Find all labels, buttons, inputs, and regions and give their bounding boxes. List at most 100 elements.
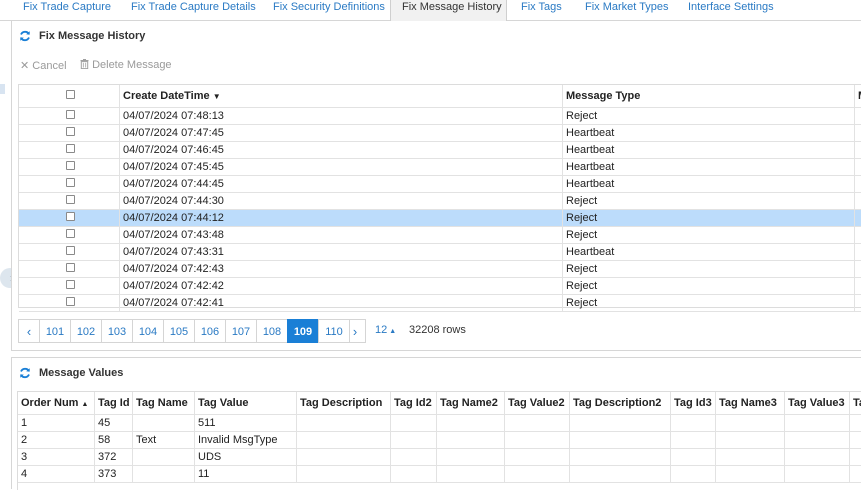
- create-datetime-cell: 04/07/2024 07:45:45: [120, 159, 563, 175]
- column-header[interactable]: Order Num ▲: [18, 392, 95, 414]
- row-checkbox[interactable]: [66, 280, 75, 289]
- message-type-cell: Reject: [563, 193, 855, 209]
- tab-fix-tags[interactable]: Fix Tags: [521, 0, 562, 21]
- row-checkbox[interactable]: [66, 144, 75, 153]
- page-button[interactable]: 108: [256, 319, 288, 343]
- table-row[interactable]: 04/07/2024 07:43:48 Reject: [19, 227, 861, 244]
- tab-interface-settings[interactable]: Interface Settings: [688, 0, 774, 21]
- table-row[interactable]: 04/07/2024 07:42:42 Reject: [19, 278, 861, 295]
- delete-message-button[interactable]: Delete Message: [80, 59, 172, 71]
- row-checkbox[interactable]: [66, 178, 75, 187]
- row-select-cell: [19, 244, 120, 260]
- table-cell: [505, 449, 570, 465]
- column-header[interactable]: Tag Name2: [437, 392, 505, 414]
- page-button[interactable]: 101: [39, 319, 71, 343]
- page-size-selector[interactable]: 12 ▲: [375, 324, 396, 336]
- message-type-cell: Heartbeat: [563, 159, 855, 175]
- table-cell: 373: [95, 466, 133, 482]
- more-cell: [855, 278, 861, 294]
- row-checkbox[interactable]: [66, 161, 75, 170]
- trash-icon: [80, 59, 89, 70]
- table-cell: 1: [18, 415, 95, 431]
- table-cell: [391, 466, 437, 482]
- table-row[interactable]: 04/07/2024 07:47:45 Heartbeat: [19, 125, 861, 142]
- column-header-message-type[interactable]: Message Type: [563, 85, 855, 107]
- row-checkbox[interactable]: [66, 195, 75, 204]
- row-checkbox[interactable]: [66, 127, 75, 136]
- table-row[interactable]: 2 58 Text Invalid MsgType: [18, 432, 861, 449]
- message-type-cell: Heartbeat: [563, 244, 855, 260]
- tab-fix-message-history[interactable]: Fix Message History: [390, 0, 507, 22]
- page-button[interactable]: 109: [287, 319, 319, 343]
- column-header-create-datetime[interactable]: Create DateTime ▼: [120, 85, 563, 107]
- row-checkbox[interactable]: [66, 212, 75, 221]
- column-header-label: Tag Description2: [573, 397, 662, 409]
- table-cell: 4: [18, 466, 95, 482]
- page-button[interactable]: 110: [318, 319, 350, 343]
- row-checkbox[interactable]: [66, 110, 75, 119]
- column-header-label: Tag Name3: [719, 397, 777, 409]
- row-checkbox[interactable]: [66, 263, 75, 272]
- tab-fix-market-types[interactable]: Fix Market Types: [585, 0, 669, 21]
- table-row[interactable]: 04/07/2024 07:45:45 Heartbeat: [19, 159, 861, 176]
- table-row[interactable]: 04/07/2024 07:44:12 Reject: [19, 210, 861, 227]
- page-button[interactable]: 102: [70, 319, 102, 343]
- caret-up-icon: ▲: [387, 328, 397, 335]
- create-datetime-cell: 04/07/2024 07:48:13: [120, 108, 563, 124]
- table-cell: 372: [95, 449, 133, 465]
- page-button[interactable]: 107: [225, 319, 257, 343]
- table-cell: [671, 449, 716, 465]
- column-header[interactable]: Tag Description: [297, 392, 391, 414]
- table-cell: Invalid MsgType: [195, 432, 297, 448]
- table-row[interactable]: 04/07/2024 07:46:45 Heartbeat: [19, 142, 861, 159]
- table-row[interactable]: 1 45 511: [18, 415, 861, 432]
- table-row[interactable]: 04/07/2024 07:42:41 Reject: [19, 295, 861, 312]
- create-datetime-cell: 04/07/2024 07:46:45: [120, 142, 563, 158]
- table-row[interactable]: 04/07/2024 07:48:13 Reject: [19, 108, 861, 125]
- left-edge-highlight: [0, 84, 5, 94]
- refresh-icon[interactable]: [19, 30, 31, 42]
- message-type-cell: Reject: [563, 108, 855, 124]
- column-header[interactable]: Tag Value3: [785, 392, 850, 414]
- create-datetime-header-label: Create DateTime: [123, 90, 210, 102]
- column-header[interactable]: Tag Value: [195, 392, 297, 414]
- column-header-label: Ta: [853, 397, 861, 409]
- table-cell: [437, 466, 505, 482]
- message-values-panel: Message Values Order Num ▲ Tag Id Tag Name…: [11, 357, 861, 490]
- cancel-button[interactable]: ✕ Cancel: [20, 59, 67, 72]
- table-cell: [785, 466, 850, 482]
- table-row[interactable]: 4 373 11: [18, 466, 861, 483]
- column-header[interactable]: Tag Id2: [391, 392, 437, 414]
- page-button[interactable]: 106: [194, 319, 226, 343]
- table-cell: [133, 466, 195, 482]
- row-checkbox[interactable]: [66, 297, 75, 306]
- refresh-icon[interactable]: [19, 367, 31, 379]
- table-row[interactable]: 3 372 UDS: [18, 449, 861, 466]
- table-row[interactable]: 04/07/2024 07:44:30 Reject: [19, 193, 861, 210]
- page-button[interactable]: 105: [163, 319, 195, 343]
- column-header[interactable]: Ta: [850, 392, 861, 414]
- column-header[interactable]: Tag Value2: [505, 392, 570, 414]
- column-header[interactable]: Tag Id: [95, 392, 133, 414]
- page-button[interactable]: 104: [132, 319, 164, 343]
- previous-page-button[interactable]: ‹: [18, 319, 40, 343]
- tab-fix-trade-capture-details[interactable]: Fix Trade Capture Details: [131, 0, 256, 21]
- column-header-more[interactable]: M: [855, 85, 861, 107]
- column-header[interactable]: Tag Name3: [716, 392, 785, 414]
- table-cell: [297, 432, 391, 448]
- table-row[interactable]: 04/07/2024 07:42:43 Reject: [19, 261, 861, 278]
- table-row[interactable]: 04/07/2024 07:43:31 Heartbeat: [19, 244, 861, 261]
- tab-fix-trade-capture[interactable]: Fix Trade Capture: [23, 0, 111, 21]
- column-header[interactable]: Tag Name: [133, 392, 195, 414]
- table-row[interactable]: 04/07/2024 07:44:45 Heartbeat: [19, 176, 861, 193]
- row-checkbox[interactable]: [66, 246, 75, 255]
- tab-fix-security-definitions[interactable]: Fix Security Definitions: [273, 0, 385, 21]
- row-checkbox[interactable]: [66, 229, 75, 238]
- column-header[interactable]: Tag Description2: [570, 392, 671, 414]
- row-select-cell: [19, 227, 120, 243]
- message-values-grid: Order Num ▲ Tag Id Tag Name Tag Value Tag De…: [17, 391, 861, 490]
- page-button[interactable]: 103: [101, 319, 133, 343]
- select-all-checkbox[interactable]: [66, 90, 75, 99]
- table-cell: [671, 415, 716, 431]
- column-header[interactable]: Tag Id3: [671, 392, 716, 414]
